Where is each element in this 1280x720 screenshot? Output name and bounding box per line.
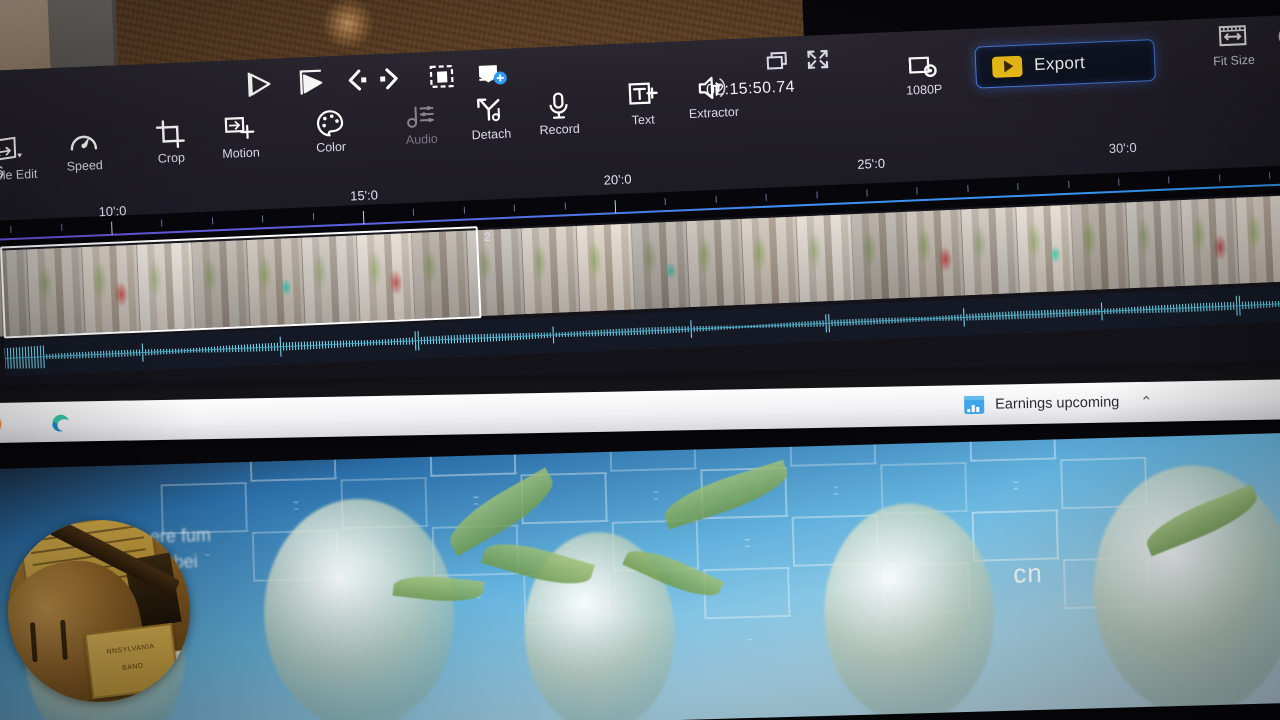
clip-thumbnail[interactable] — [1181, 198, 1240, 286]
clip-index-label: 2 — [484, 230, 491, 244]
clip-thumbnail[interactable] — [687, 219, 746, 307]
ruler-label: 25':0 — [857, 156, 885, 172]
card-text-bottom: BAND — [91, 659, 175, 676]
webcam-overlay[interactable]: NNSYLVANIA BAND — [8, 520, 190, 702]
molecule-hexagon — [429, 431, 516, 476]
pop-out-icon[interactable] — [764, 49, 791, 74]
export-button[interactable]: Export — [974, 39, 1156, 89]
toolbar-detach[interactable]: Detach — [470, 95, 512, 143]
ruler-label: 20':0 — [603, 171, 631, 187]
toolbar-label: Color — [316, 140, 346, 155]
firefox-icon — [0, 412, 5, 436]
toolbar-label: Record — [539, 122, 580, 138]
export-video-icon — [992, 55, 1023, 77]
toolbar-color[interactable]: Color — [314, 108, 346, 155]
fit-size-button[interactable]: Fit Size — [1212, 23, 1256, 69]
clip-thumbnail[interactable] — [742, 216, 801, 304]
taskbar-notification[interactable]: Earnings upcoming — [962, 390, 1120, 417]
fullscreen-icon[interactable] — [804, 47, 831, 72]
clip-thumbnail[interactable] — [796, 214, 855, 302]
clip-thumbnail[interactable] — [1016, 205, 1075, 293]
earnings-widget-icon — [962, 393, 986, 417]
card-text-top: NNSYLVANIA — [88, 641, 172, 658]
molecule-label: cn — [1013, 558, 1043, 590]
toolbar-audio[interactable]: Audio — [404, 100, 438, 147]
previous-frame-icon[interactable] — [345, 67, 372, 94]
toolbar-label: Audio — [406, 132, 439, 147]
clip-thumbnail[interactable] — [522, 226, 581, 314]
export-button-label: Export — [1034, 53, 1086, 75]
toolbar-label: Extractor — [689, 105, 740, 121]
clip-thumbnail[interactable] — [577, 224, 636, 312]
toolbar-label: Speed — [66, 158, 103, 174]
desktop-wallpaper: ere fum ele bei cn — [0, 431, 1280, 720]
toolbar-text[interactable]: Text — [626, 80, 660, 127]
molecule-hexagon — [789, 431, 876, 466]
clip-thumbnail[interactable] — [632, 221, 691, 309]
ruler-label: 10':0 — [98, 203, 126, 219]
taskbar-notification-label: Earnings upcoming — [995, 394, 1119, 412]
export-settings-button[interactable]: 1080P — [905, 52, 943, 98]
toolbar-label: Motion — [222, 145, 260, 161]
toolbar-label: Detach — [471, 127, 511, 143]
toolbar-motion[interactable]: Motion — [221, 113, 260, 161]
toolbar-ripple-edit[interactable]: Ripple Edit — [0, 135, 38, 184]
export-resolution-label: 1080P — [906, 82, 943, 98]
toolbar-speed[interactable]: Speed — [65, 126, 103, 174]
ruler-label: 30':0 — [1109, 140, 1137, 156]
toolbar-label: Crop — [158, 151, 186, 166]
taskbar-item-firefox[interactable] — [0, 412, 5, 436]
toolbar-record[interactable]: Record — [538, 90, 580, 138]
molecule-hexagon — [972, 509, 1059, 561]
clip-thumbnail[interactable] — [851, 212, 910, 300]
clip-thumbnail[interactable] — [1236, 195, 1280, 283]
next-frame-icon[interactable] — [375, 65, 402, 92]
mark-out-icon[interactable] — [295, 66, 330, 97]
molecule-hexagon — [969, 431, 1056, 461]
clip-thumbnail[interactable] — [906, 209, 965, 297]
show-hidden-icons-chevron[interactable]: ⌃ — [1140, 393, 1153, 411]
clip-thumbnail[interactable] — [1071, 202, 1130, 290]
fit-size-label: Fit Size — [1213, 53, 1255, 69]
mark-in-icon[interactable] — [243, 69, 278, 100]
add-marker-icon[interactable] — [474, 59, 509, 90]
toolbar-crop[interactable]: Crop — [155, 119, 187, 166]
toolbar-extractor[interactable]: Extractor — [687, 73, 739, 121]
taskbar-item-edge[interactable] — [48, 411, 72, 435]
clip-thumbnail[interactable] — [961, 207, 1020, 295]
edge-browser-icon — [48, 411, 72, 435]
snapshot-icon[interactable] — [427, 61, 458, 92]
photo-of-monitor-scene: Exposure Contrast 02:55.06 02:15:50.74 — [0, 0, 1280, 720]
toolbar-label: Text — [631, 112, 655, 127]
molecule-hexagon — [609, 431, 696, 471]
molecule-hexagon — [249, 431, 336, 481]
zoom-out-icon[interactable] — [1276, 23, 1280, 50]
ruler-label: 15':0 — [350, 187, 378, 203]
preview-frame-post — [46, 0, 119, 74]
selected-clip-outline[interactable] — [0, 226, 481, 338]
clip-thumbnail[interactable] — [1126, 200, 1185, 288]
toolbar-label: Ripple Edit — [0, 167, 38, 184]
name-card: NNSYLVANIA BAND — [84, 623, 179, 699]
